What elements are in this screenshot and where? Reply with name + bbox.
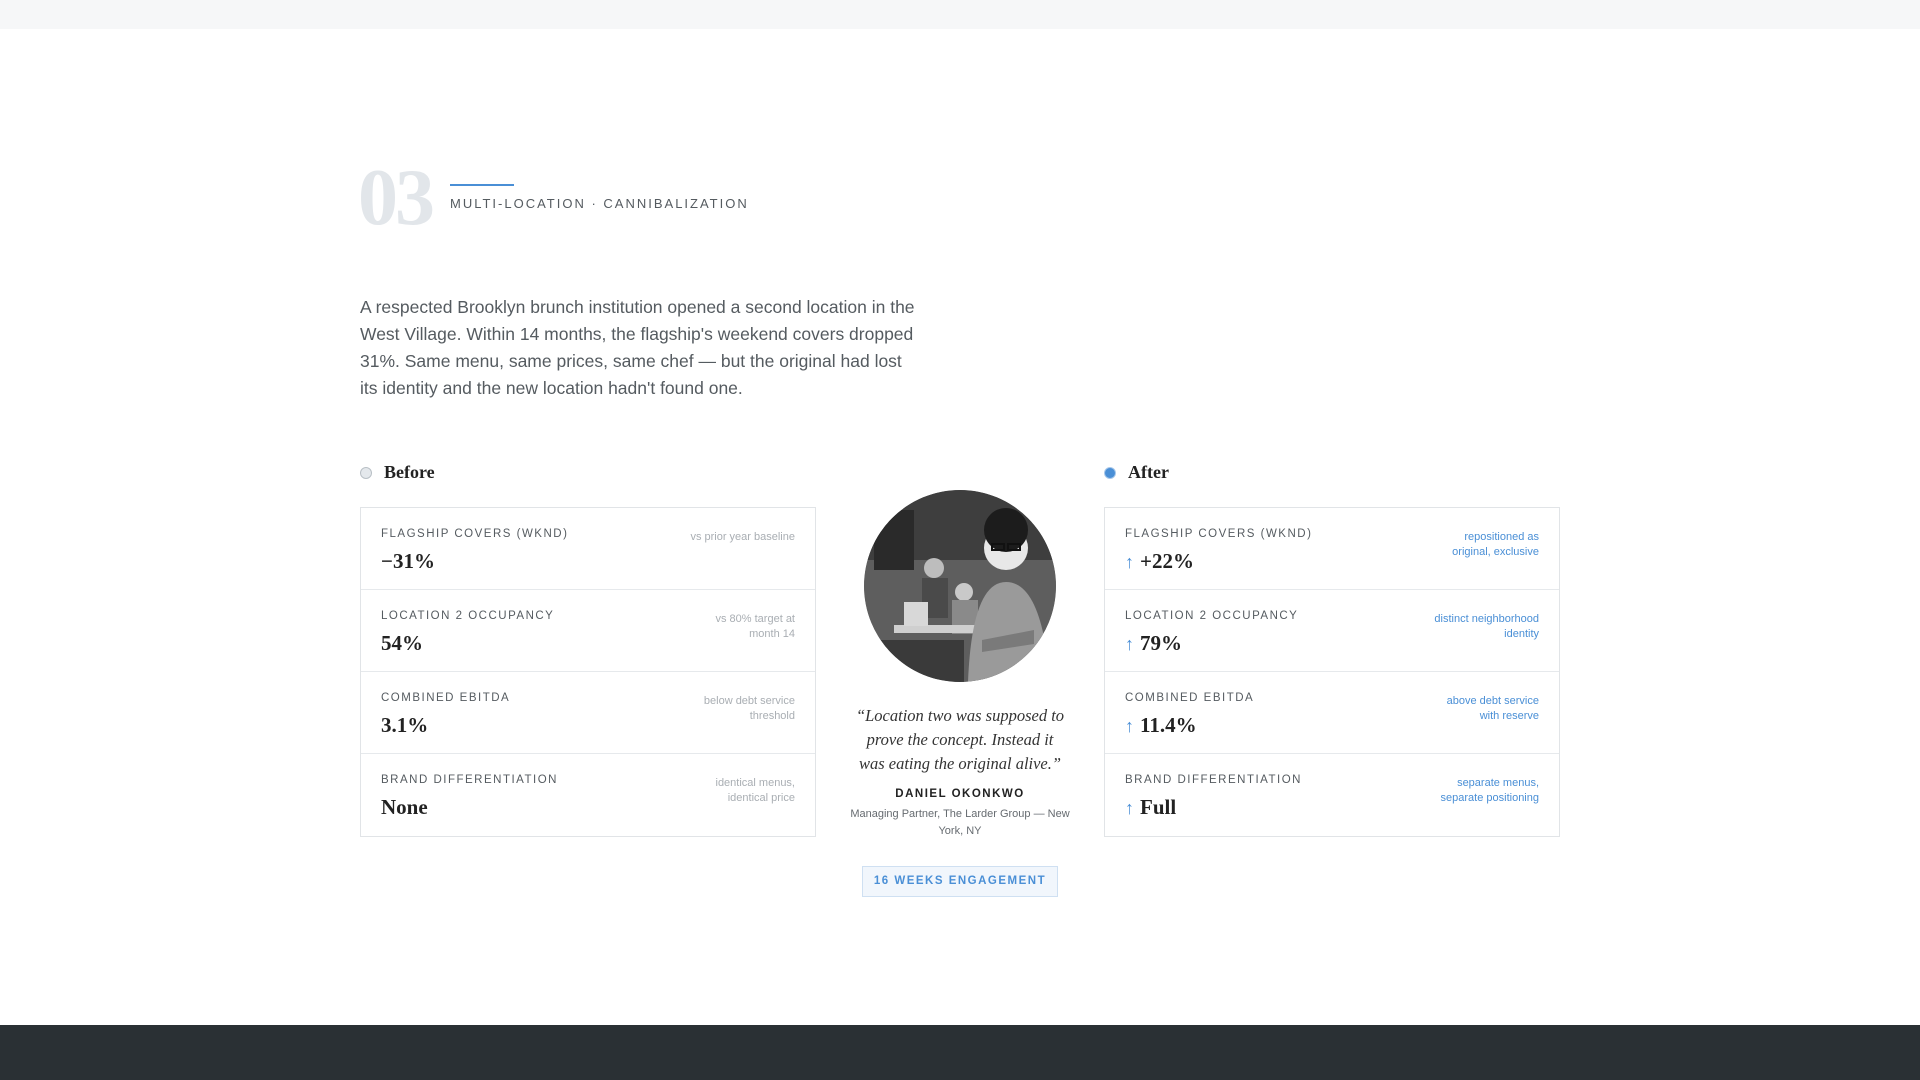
metric-row: LOCATION 2 OCCUPANCY 54% vs 80% target a… <box>361 590 815 672</box>
arrow-up-icon: ↑ <box>1125 716 1134 736</box>
before-metrics-card: FLAGSHIP COVERS (WKND) −31% vs prior yea… <box>360 507 816 837</box>
metric-value-text: −31% <box>381 549 435 573</box>
engagement-badge: 16 WEEKS ENGAGEMENT <box>862 866 1058 897</box>
metric-value-text: Full <box>1140 795 1177 819</box>
metric-row: FLAGSHIP COVERS (WKND) −31% vs prior yea… <box>361 508 815 590</box>
top-bar <box>0 0 1920 29</box>
metric-row: COMBINED EBITDA ↑ 11.4% above debt servic… <box>1105 672 1559 754</box>
testimonial-quote: “Location two was supposed to prove the … <box>855 706 1065 773</box>
eyebrow-accent-line <box>450 184 514 186</box>
metric-note: above debt service with reserve <box>1446 695 1539 722</box>
metric-value-text: None <box>381 795 428 819</box>
intro-paragraph: A respected Brooklyn brunch institution … <box>360 297 915 398</box>
metric-row: COMBINED EBITDA 3.1% below debt service … <box>361 672 815 754</box>
after-dot-icon <box>1104 466 1116 479</box>
avatar <box>864 490 1056 682</box>
section-eyebrow: MULTI-LOCATION · CANNIBALIZATION <box>450 196 749 211</box>
metric-value-text: 79% <box>1140 631 1182 655</box>
footer <box>0 1025 1920 1080</box>
metric-value-text: 54% <box>381 631 423 655</box>
testimonial-author: DANIEL OKONKWO <box>895 788 1025 800</box>
after-heading: After <box>1104 462 1169 483</box>
before-heading: Before <box>360 462 435 483</box>
metric-value-text: 3.1% <box>381 713 429 737</box>
metric-note: repositioned as original, exclusive <box>1452 531 1539 558</box>
metric-row: BRAND DIFFERENTIATION None identical men… <box>361 754 815 836</box>
metric-value: −31% <box>381 549 795 574</box>
arrow-up-icon: ↑ <box>1125 552 1134 572</box>
metric-value-text: +22% <box>1140 549 1194 573</box>
metric-row: BRAND DIFFERENTIATION ↑ Full separate men… <box>1105 754 1559 836</box>
arrow-up-icon: ↑ <box>1125 634 1134 654</box>
section-number: 03 <box>358 154 435 242</box>
metric-note: separate menus, separate positioning <box>1440 777 1539 804</box>
testimonial-role: Managing Partner, The Larder Group — New… <box>850 808 1070 837</box>
metric-row: FLAGSHIP COVERS (WKND) ↑ +22% repositione… <box>1105 508 1559 590</box>
metric-row: LOCATION 2 OCCUPANCY ↑ 79% distinct neigh… <box>1105 590 1559 672</box>
before-dot-icon <box>360 466 372 479</box>
metric-note: vs prior year baseline <box>690 531 795 543</box>
metric-note: identical menus, identical price <box>715 777 796 804</box>
metric-note: vs 80% target at month 14 <box>715 613 796 640</box>
before-title: Before <box>384 462 435 482</box>
arrow-up-icon: ↑ <box>1125 798 1134 818</box>
after-metrics-card: FLAGSHIP COVERS (WKND) ↑ +22% repositione… <box>1104 507 1560 837</box>
metric-note: below debt service threshold <box>703 695 795 722</box>
after-title: After <box>1128 462 1169 482</box>
metric-note: distinct neighborhood identity <box>1434 613 1539 640</box>
metric-value-text: 11.4% <box>1140 713 1197 737</box>
testimonial: “Location two was supposed to prove the … <box>844 490 1076 840</box>
